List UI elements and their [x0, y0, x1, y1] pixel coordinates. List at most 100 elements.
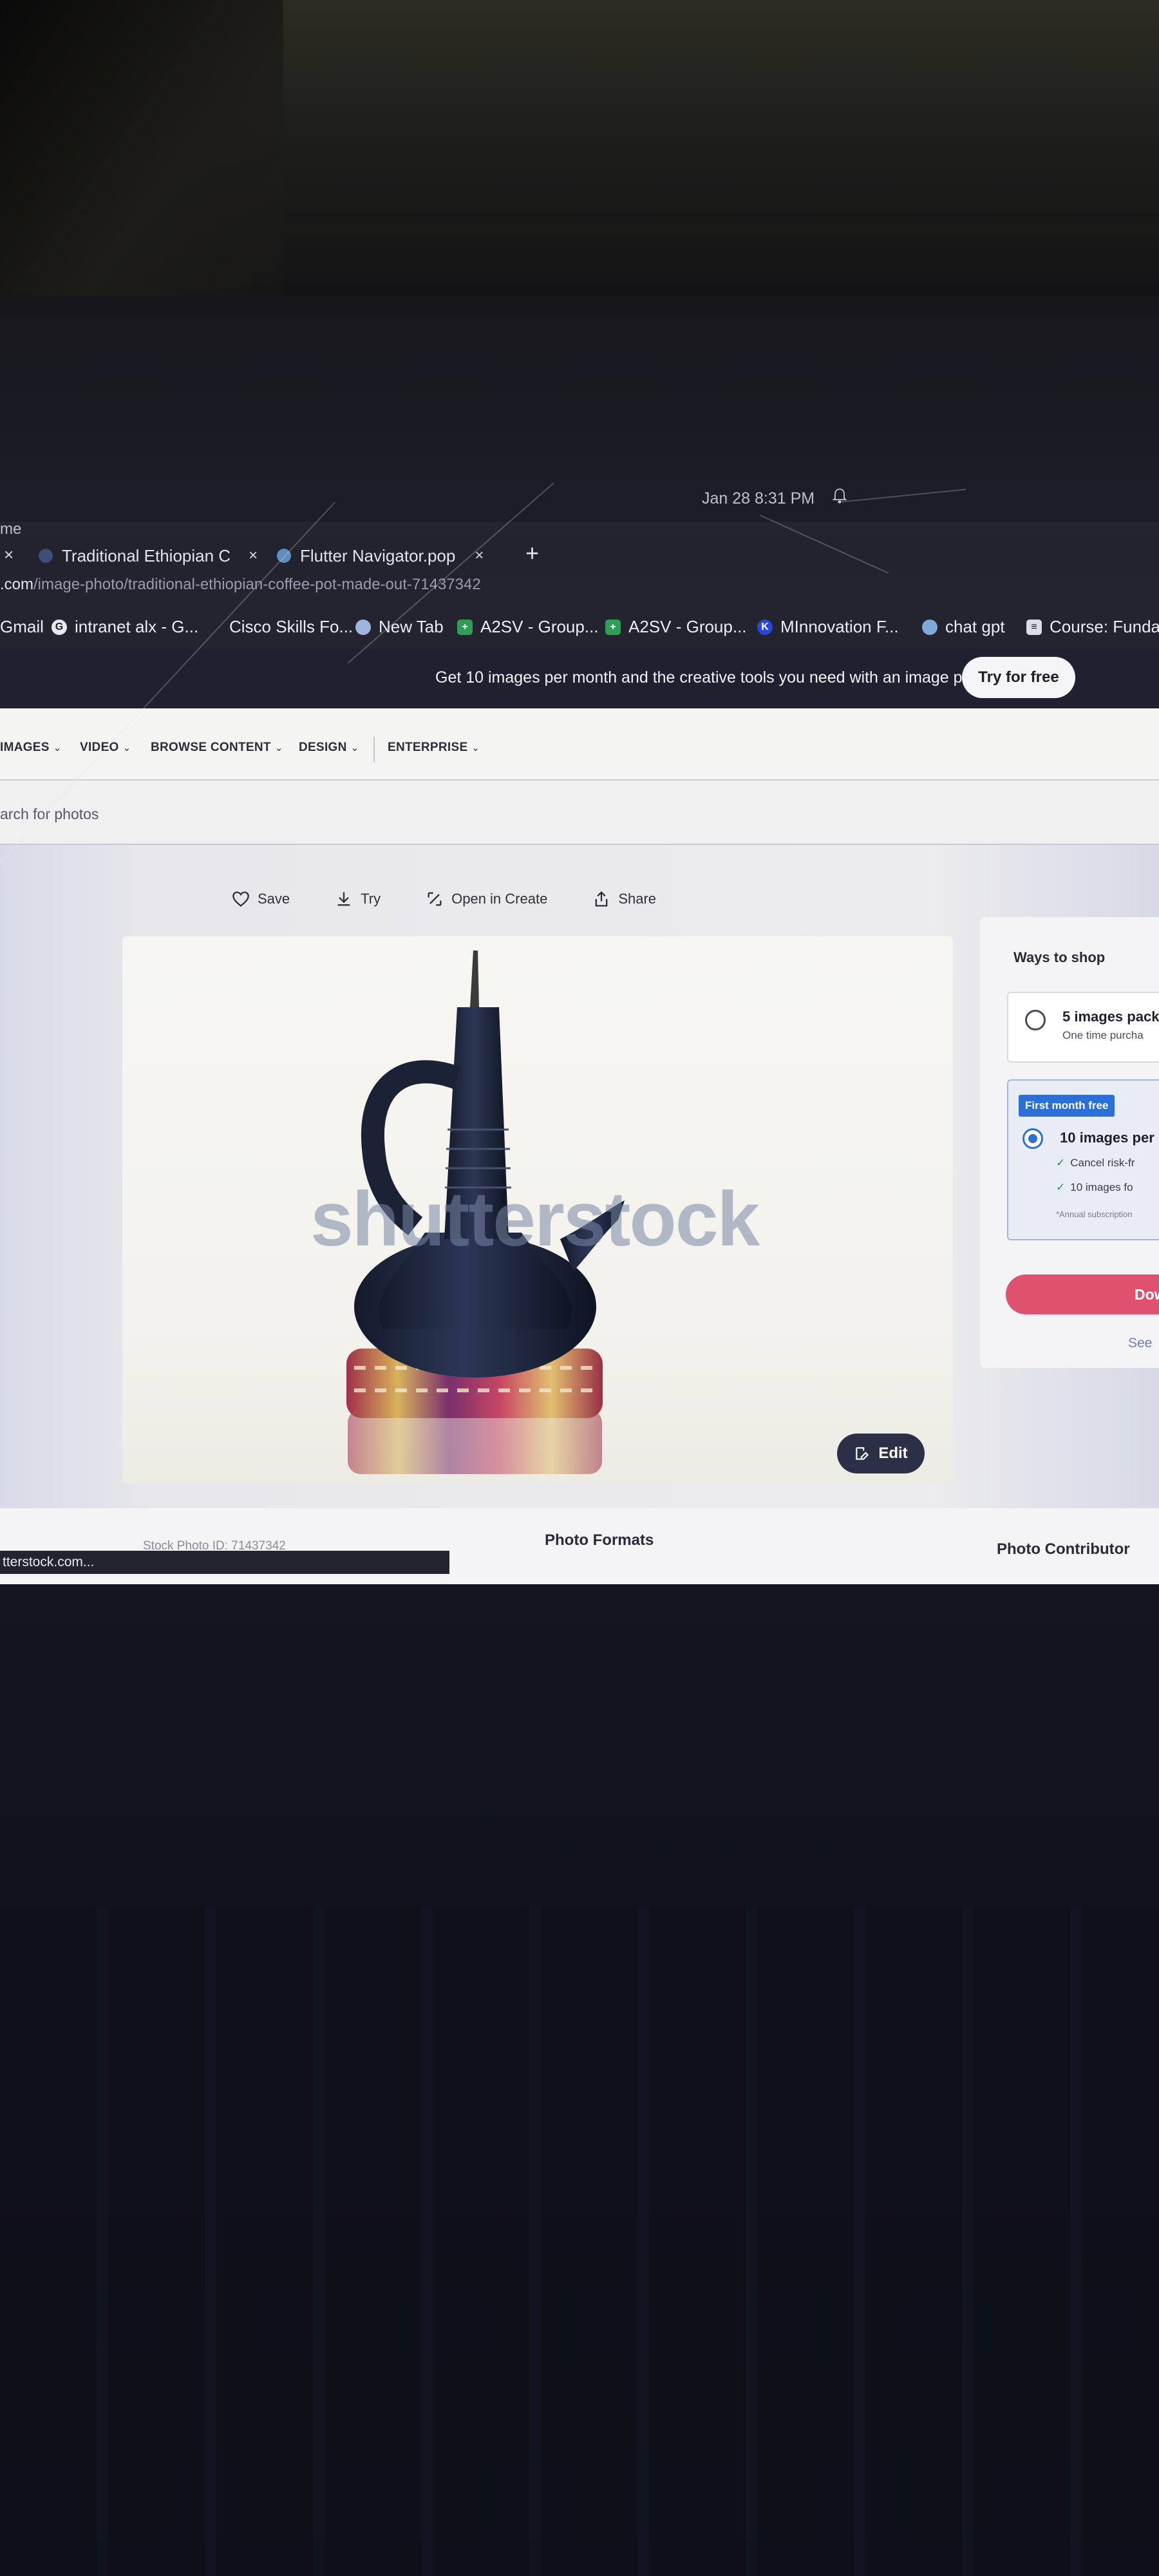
bookmark-label: Cisco Skills Fo...	[229, 617, 353, 636]
bookmark-label: A2SV - Group...	[480, 617, 599, 636]
image-detail: Save Try Open in Create Share shuttersto…	[0, 845, 1159, 1597]
nav-enterprise[interactable]: ENTERPRISE ⌄	[388, 741, 480, 755]
doc-icon: ≡	[1026, 619, 1042, 635]
photo-formats-heading: Photo Formats	[545, 1531, 654, 1549]
option-10-images-subscription[interactable]: First month free 10 images per ✓ Cancel r…	[1007, 1079, 1159, 1240]
sheets-icon: +	[605, 619, 621, 635]
bullet-text: 10 images fo	[1070, 1181, 1133, 1193]
bookmark-label: Course: Funda	[1050, 617, 1159, 636]
google-icon: G	[52, 619, 67, 635]
monitor-bezel	[0, 296, 1159, 502]
share-button[interactable]: Share	[592, 886, 656, 912]
bookmark-gmail[interactable]: Gmail	[0, 617, 44, 637]
nav-label: DESIGN	[299, 741, 347, 754]
tab-traditional-ethiopian[interactable]: Traditional Ethiopian C ×	[39, 535, 258, 577]
bookmark-new-tab[interactable]: New Tab	[355, 617, 444, 637]
url-path: /image-photo/traditional-ethiopian-coffe…	[33, 576, 481, 593]
check-icon: ✓	[1056, 1181, 1066, 1193]
tab-flutter-navigator[interactable]: Flutter Navigator.pop ×	[277, 535, 484, 577]
try-for-free-button[interactable]: Try for free	[962, 657, 1075, 698]
option-title: 10 images per	[1060, 1130, 1154, 1146]
chevron-down-icon: ⌄	[350, 743, 359, 753]
first-month-free-badge: First month free	[1019, 1095, 1115, 1117]
chevron-down-icon: ⌄	[122, 743, 131, 753]
ways-to-shop-panel: Ways to shop 5 images pack One time purc…	[980, 917, 1159, 1368]
open-in-create-button[interactable]: Open in Create	[426, 886, 547, 912]
screen: Jan 28 8:31 PM me × Traditional Ethiopia…	[0, 477, 1159, 1597]
globe-favicon-icon	[277, 549, 291, 563]
see-more-link[interactable]: See	[1128, 1336, 1152, 1351]
option-5-images-pack[interactable]: 5 images pack One time purcha	[1007, 992, 1159, 1063]
new-tab-button[interactable]: +	[525, 540, 539, 567]
url-domain: .com	[0, 576, 34, 593]
nav-browse-content[interactable]: BROWSE CONTENT ⌄	[151, 741, 283, 755]
shutterstock-favicon-icon	[39, 549, 53, 563]
bullet-text: Cancel risk-fr	[1070, 1157, 1135, 1169]
check-icon: ✓	[1056, 1157, 1066, 1169]
os-topbar: Jan 28 8:31 PM me	[0, 477, 1159, 538]
promo-text: Get 10 images per month and the creative…	[435, 668, 988, 687]
radio-10-images[interactable]	[1022, 1128, 1043, 1149]
tab-close-icon[interactable]: ×	[249, 547, 258, 565]
bookmark-a2sv-1[interactable]: + A2SV - Group...	[457, 617, 599, 637]
bookmark-label: MInnovation F...	[780, 617, 899, 636]
address-bar[interactable]: .com/image-photo/traditional-ethiopian-c…	[0, 576, 1159, 609]
bullet-cancel: ✓ Cancel risk-fr	[1056, 1157, 1135, 1170]
nav-images[interactable]: IMAGES ⌄	[0, 741, 62, 755]
status-bar-url: tterstock.com...	[0, 1551, 449, 1574]
download-button[interactable]: Dow	[1006, 1274, 1159, 1314]
browser-tab-bar: × Traditional Ethiopian C × Flutter Navi…	[0, 535, 1159, 577]
room-shadow	[0, 0, 283, 348]
try-button[interactable]: Try	[335, 886, 381, 912]
create-icon	[428, 892, 442, 906]
chevron-down-icon: ⌄	[53, 743, 62, 753]
os-clock[interactable]: Jan 28 8:31 PM	[702, 489, 815, 508]
action-label: Try	[361, 891, 381, 907]
bookmark-minnovation[interactable]: K MInnovation F...	[757, 617, 899, 637]
tab-close-prev[interactable]: ×	[4, 545, 14, 565]
bell-icon[interactable]	[831, 487, 849, 505]
bookmark-label: Gmail	[0, 617, 44, 636]
nav-label: ENTERPRISE	[388, 741, 468, 754]
sheets-icon: +	[457, 619, 473, 635]
save-button[interactable]: Save	[232, 886, 290, 912]
nav-design[interactable]: DESIGN ⌄	[299, 741, 359, 755]
share-icon	[595, 891, 608, 907]
keyboard	[0, 1906, 1159, 2576]
action-label: Open in Create	[451, 891, 548, 907]
option-subtitle: One time purcha	[1062, 1029, 1144, 1041]
option-title: 5 images pack	[1062, 1009, 1159, 1025]
bookmark-a2sv-2[interactable]: + A2SV - Group...	[605, 617, 747, 637]
image-preview[interactable]: shutterstock Edit	[122, 936, 953, 1484]
bookmark-chat-gpt[interactable]: chat gpt	[922, 617, 1005, 637]
bookmarks-bar: Gmail G intranet alx - G... Cisco Skills…	[0, 611, 1159, 649]
radio-5-images[interactable]	[1025, 1010, 1046, 1030]
action-label: Share	[618, 891, 657, 907]
promo-banner: Get 10 images per month and the creative…	[0, 649, 1159, 708]
bookmark-label: intranet alx - G...	[75, 617, 199, 636]
bookmark-label: New Tab	[379, 617, 444, 636]
nav-video[interactable]: VIDEO ⌄	[80, 741, 131, 755]
shutterstock-watermark: shutterstock	[310, 1176, 760, 1262]
tab-label: Traditional Ethiopian C	[62, 545, 231, 565]
globe-icon	[355, 619, 371, 635]
action-label: Save	[258, 891, 290, 907]
tab-label: Flutter Navigator.pop	[300, 545, 456, 565]
bookmark-cisco[interactable]: Cisco Skills Fo...	[229, 617, 353, 637]
bookmark-intranet-alx[interactable]: G intranet alx - G...	[52, 617, 198, 637]
nav-label: IMAGES	[0, 741, 50, 754]
edit-icon	[856, 1447, 869, 1460]
tab-close-icon[interactable]: ×	[475, 547, 484, 565]
nav-label: VIDEO	[80, 741, 119, 754]
search-bar	[0, 781, 1159, 845]
bookmark-label: chat gpt	[945, 617, 1005, 636]
nav-divider	[373, 737, 375, 762]
site-nav: IMAGES ⌄ VIDEO ⌄ BROWSE CONTENT ⌄ DESIGN ⌄ E…	[0, 708, 1159, 781]
bookmark-course[interactable]: ≡ Course: Funda	[1026, 617, 1159, 637]
bullet-images: ✓ 10 images fo	[1056, 1181, 1133, 1194]
download-icon	[337, 892, 350, 906]
image-actions: Save Try Open in Create Share	[232, 886, 701, 912]
search-input[interactable]	[0, 800, 1095, 828]
webpage: Get 10 images per month and the creative…	[0, 649, 1159, 1597]
edit-button[interactable]: Edit	[837, 1434, 925, 1473]
